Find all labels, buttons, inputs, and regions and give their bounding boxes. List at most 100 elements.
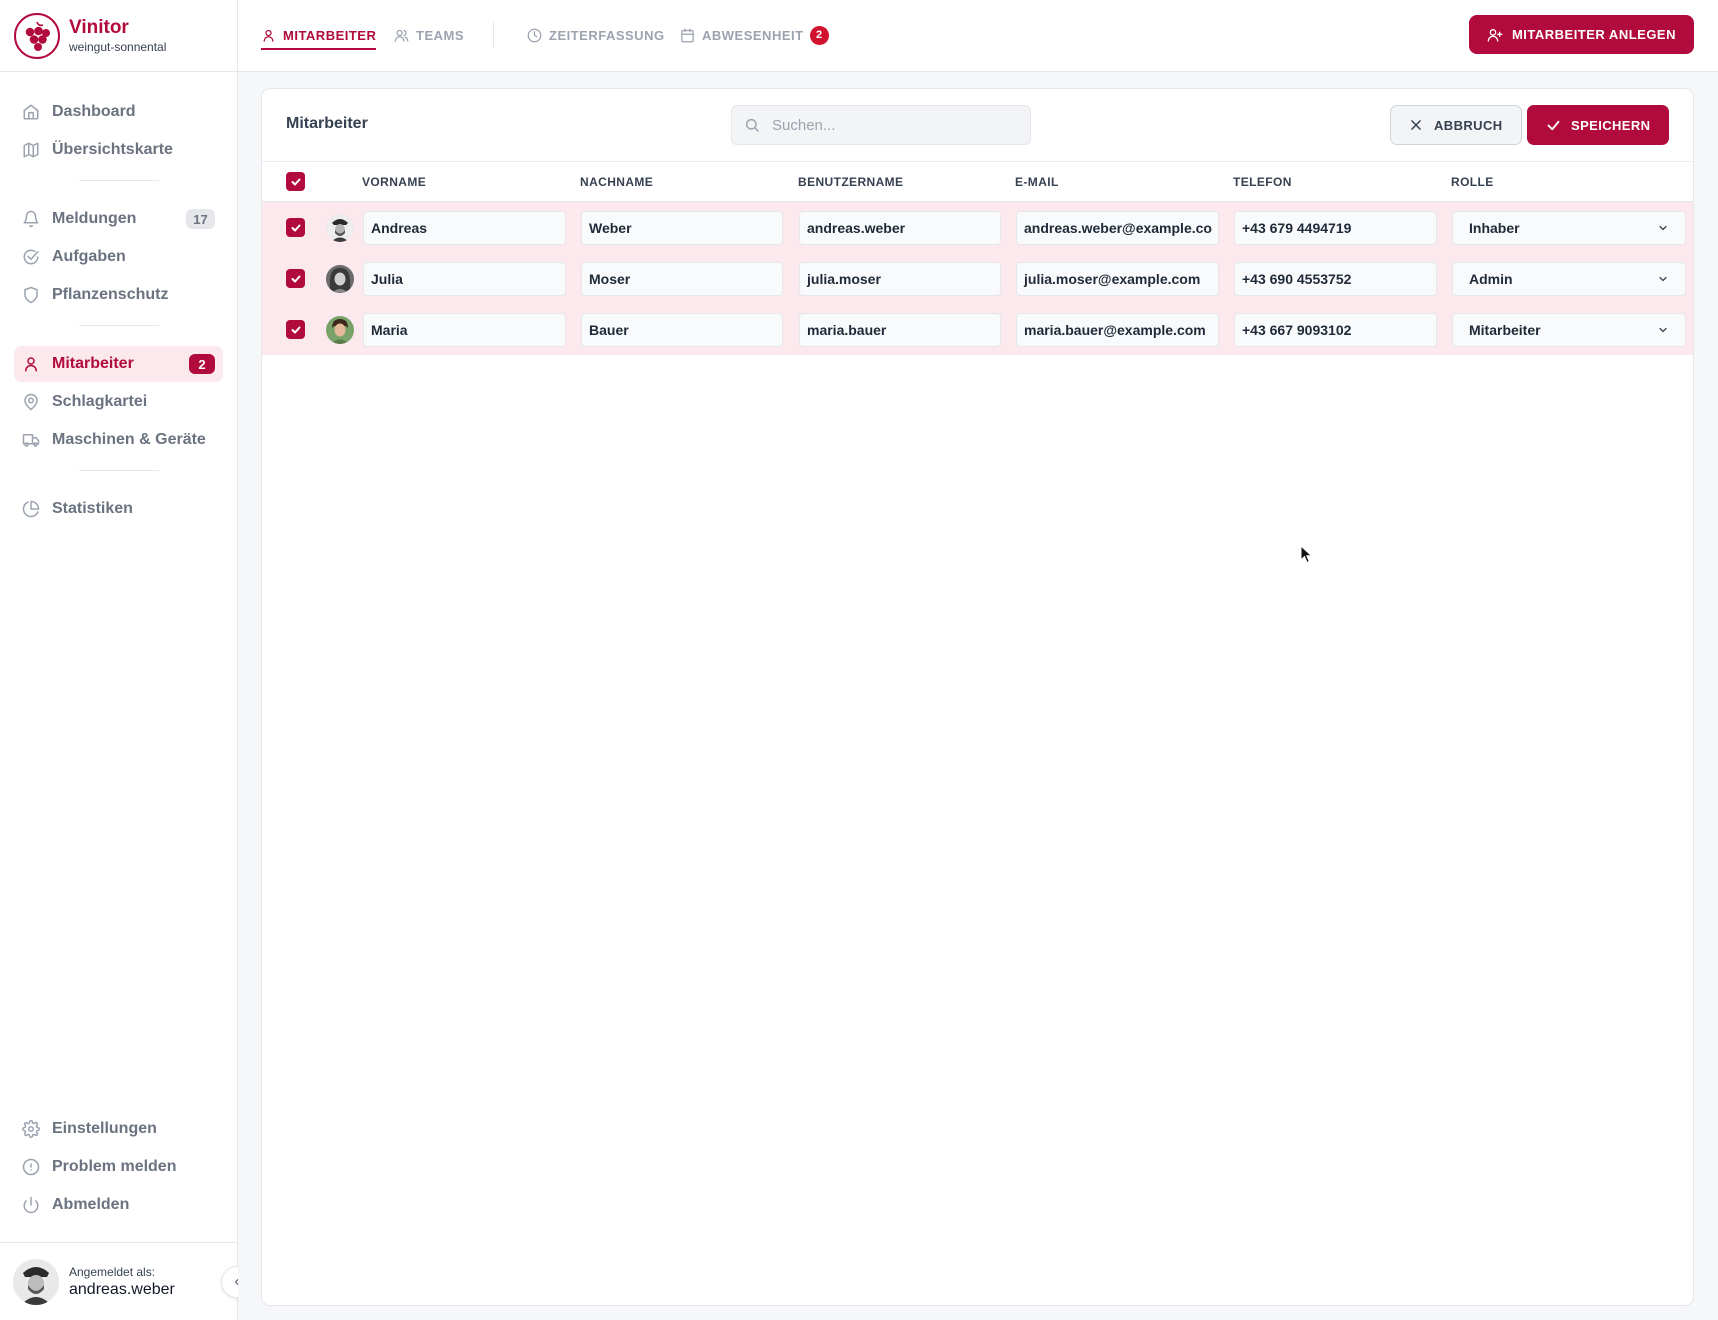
sidebar-item-notifications[interactable]: Meldungen 17 bbox=[14, 201, 223, 237]
role-select-value: Admin bbox=[1469, 271, 1513, 287]
tab-employees[interactable]: MITARBEITER bbox=[261, 0, 377, 70]
nav-group-main: Dashboard Übersichtskarte bbox=[14, 72, 223, 168]
role-select[interactable]: Inhaber bbox=[1452, 211, 1686, 245]
avatar bbox=[326, 265, 354, 293]
role-select-value: Mitarbeiter bbox=[1469, 322, 1541, 338]
username-field[interactable]: maria.bauer bbox=[799, 313, 1001, 347]
tab-teams[interactable]: TEAMS bbox=[394, 0, 464, 70]
sidebar-item-statistics[interactable]: Statistiken bbox=[14, 491, 223, 527]
tab-time-tracking[interactable]: ZEITERFASSUNG bbox=[527, 0, 665, 70]
column-header-first-name[interactable]: VORNAME bbox=[362, 175, 426, 189]
count-badge: 2 bbox=[189, 354, 215, 374]
username-field[interactable]: julia.moser bbox=[799, 262, 1001, 296]
search-input[interactable] bbox=[772, 116, 1012, 134]
tab-absence[interactable]: ABWESENHEIT 2 bbox=[680, 0, 829, 70]
role-select[interactable]: Mitarbeiter bbox=[1452, 313, 1686, 347]
table-row[interactable]: Maria Bauer maria.bauer maria.bauer@exam… bbox=[262, 304, 1693, 355]
email-field[interactable]: julia.moser@example.com bbox=[1016, 262, 1219, 296]
calendar-icon bbox=[680, 28, 695, 43]
absence-count-badge: 2 bbox=[809, 25, 829, 45]
sidebar-item-tasks[interactable]: Aufgaben bbox=[14, 239, 223, 275]
first-name-field[interactable]: Maria bbox=[363, 313, 566, 347]
cancel-button[interactable]: ABBRUCH bbox=[1390, 105, 1522, 145]
check-icon bbox=[1546, 118, 1561, 133]
tab-label: ZEITERFASSUNG bbox=[549, 27, 665, 43]
sidebar-item-machines[interactable]: Maschinen & Geräte bbox=[14, 422, 223, 458]
sidebar-item-overview-map[interactable]: Übersichtskarte bbox=[14, 132, 223, 168]
search-box[interactable] bbox=[731, 105, 1031, 145]
table-header: VORNAME NACHNAME BENUTZERNAME E-MAIL TEL… bbox=[262, 162, 1693, 202]
row-checkbox[interactable] bbox=[286, 218, 305, 237]
employees-card: Mitarbeiter ABBRUCH SPEICHERN VORNAME NA… bbox=[261, 88, 1694, 1306]
row-checkbox[interactable] bbox=[286, 320, 305, 339]
add-employee-label: MITARBEITER ANLEGEN bbox=[1511, 27, 1676, 42]
phone-field[interactable]: +43 690 4553752 bbox=[1234, 262, 1437, 296]
column-header-username[interactable]: BENUTZERNAME bbox=[798, 175, 903, 189]
sidebar-item-label: Aufgaben bbox=[52, 248, 126, 265]
bell-icon bbox=[22, 210, 40, 228]
check-icon bbox=[291, 224, 300, 231]
map-icon bbox=[22, 141, 40, 159]
main-nav: Dashboard Übersichtskarte Meldungen 17 A… bbox=[0, 72, 237, 527]
column-header-last-name[interactable]: NACHNAME bbox=[580, 175, 653, 189]
logged-in-username: andreas.weber bbox=[69, 1280, 175, 1298]
user-icon bbox=[261, 28, 276, 43]
grape-logo-icon bbox=[14, 12, 60, 59]
sidebar-item-logout[interactable]: Abmelden bbox=[14, 1187, 223, 1223]
first-name-field[interactable]: Andreas bbox=[363, 211, 566, 245]
email-field[interactable]: andreas.weber@example.co bbox=[1016, 211, 1219, 245]
brand[interactable]: Vinitor weingut-sonnental bbox=[0, 0, 237, 72]
sidebar-item-label: Meldungen bbox=[52, 210, 137, 227]
sidebar-item-report-problem[interactable]: Problem melden bbox=[14, 1149, 223, 1185]
top-bar: MITARBEITER TEAMS ZEITERFASSUNG ABWESENH… bbox=[238, 0, 1718, 72]
cancel-label: ABBRUCH bbox=[1434, 117, 1503, 133]
home-icon bbox=[22, 103, 40, 121]
save-button[interactable]: SPEICHERN bbox=[1527, 105, 1670, 145]
nav-group-stats: Statistiken bbox=[14, 471, 223, 527]
current-user[interactable]: Angemeldet als: andreas.weber bbox=[0, 1242, 238, 1320]
close-icon bbox=[1409, 118, 1423, 132]
role-select[interactable]: Admin bbox=[1452, 262, 1686, 296]
email-field[interactable]: maria.bauer@example.com bbox=[1016, 313, 1219, 347]
last-name-field[interactable]: Bauer bbox=[581, 313, 783, 347]
card-title: Mitarbeiter bbox=[286, 115, 368, 132]
nav-group-resources: Mitarbeiter 2 Schlagkartei Maschinen & G… bbox=[14, 326, 223, 458]
sidebar-item-employees[interactable]: Mitarbeiter 2 bbox=[14, 346, 223, 382]
add-employee-button[interactable]: MITARBEITER ANLEGEN bbox=[1468, 15, 1694, 54]
sidebar-item-label: Pflanzenschutz bbox=[52, 286, 169, 303]
app-name: Vinitor bbox=[69, 16, 129, 38]
column-header-email[interactable]: E-MAIL bbox=[1015, 175, 1059, 189]
sidebar-item-plant-protection[interactable]: Pflanzenschutz bbox=[14, 277, 223, 313]
users-icon bbox=[394, 28, 409, 43]
sidebar-item-label: Mitarbeiter bbox=[52, 355, 134, 372]
card-header: Mitarbeiter ABBRUCH SPEICHERN bbox=[262, 89, 1693, 162]
select-all-checkbox[interactable] bbox=[286, 172, 305, 191]
column-header-role[interactable]: ROLLE bbox=[1451, 175, 1494, 189]
last-name-field[interactable]: Weber bbox=[581, 211, 783, 245]
user-plus-icon bbox=[1487, 27, 1503, 43]
phone-field[interactable]: +43 667 9093102 bbox=[1234, 313, 1437, 347]
row-checkbox[interactable] bbox=[286, 269, 305, 288]
last-name-field[interactable]: Moser bbox=[581, 262, 783, 296]
sidebar-item-dashboard[interactable]: Dashboard bbox=[14, 94, 223, 130]
check-circle-icon bbox=[22, 248, 40, 266]
sidebar-item-settings[interactable]: Einstellungen bbox=[14, 1111, 223, 1147]
shield-icon bbox=[22, 286, 40, 304]
gear-icon bbox=[22, 1120, 40, 1138]
table-row[interactable]: Andreas Weber andreas.weber andreas.webe… bbox=[262, 202, 1693, 253]
avatar bbox=[326, 214, 354, 242]
username-field[interactable]: andreas.weber bbox=[799, 211, 1001, 245]
chevron-down-icon bbox=[1657, 273, 1669, 285]
check-icon bbox=[291, 178, 300, 185]
first-name-field[interactable]: Julia bbox=[363, 262, 566, 296]
nav-group-tasks: Meldungen 17 Aufgaben Pflanzenschutz bbox=[14, 181, 223, 313]
search-icon bbox=[744, 117, 760, 133]
column-header-phone[interactable]: TELEFON bbox=[1233, 175, 1292, 189]
sidebar-item-label: Maschinen & Geräte bbox=[52, 431, 206, 448]
sidebar-item-label: Abmelden bbox=[52, 1196, 130, 1213]
tenant-name: weingut-sonnental bbox=[69, 39, 167, 54]
phone-field[interactable]: +43 679 4494719 bbox=[1234, 211, 1437, 245]
table-row[interactable]: Julia Moser julia.moser julia.moser@exam… bbox=[262, 253, 1693, 304]
sidebar-item-field-register[interactable]: Schlagkartei bbox=[14, 384, 223, 420]
sidebar-item-label: Dashboard bbox=[52, 103, 136, 120]
